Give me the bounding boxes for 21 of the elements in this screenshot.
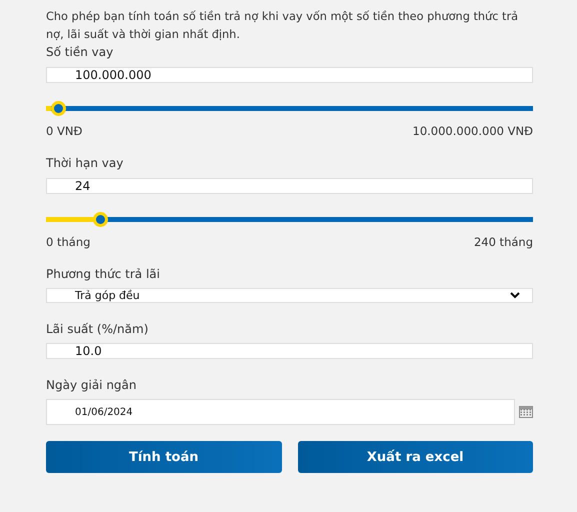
action-button[interactable]: Xuất ra excel <box>298 441 533 473</box>
description-text: Cho phép bạn tính toán số tiền trả nợ khi vay vốn một số tiền theo phương thức trả nợ, lãi suất và thời gian nhất định. <box>46 9 520 43</box>
select-field[interactable]: Trả góp đều <box>46 288 533 303</box>
input-field[interactable]: 10.0 <box>46 343 533 359</box>
input-field[interactable]: 100.000.000 <box>46 67 533 83</box>
date-field[interactable]: 01/06/2024 <box>46 399 515 425</box>
chevron-icon <box>510 292 520 299</box>
calendar-icon[interactable] <box>519 406 533 418</box>
field-label: Phương thức trả lãi <box>46 266 161 282</box>
min-label: 0 VNĐ <box>46 124 82 138</box>
max-label: 10.000.000.000 VNĐ <box>412 124 533 138</box>
min-label: 0 tháng <box>46 235 90 249</box>
slider-thumb[interactable] <box>93 212 108 227</box>
field-label: Thời hạn vay <box>46 155 124 171</box>
action-button[interactable]: Tính toán <box>46 441 282 473</box>
field-label: Lãi suất (%/năm) <box>46 321 150 337</box>
max-label: 240 tháng <box>474 235 533 249</box>
field-label: Số tiền vay <box>46 44 114 60</box>
input-field[interactable]: 24 <box>46 178 533 194</box>
slider-thumb[interactable] <box>50 101 66 116</box>
field-label: Ngày giải ngân <box>46 377 138 393</box>
